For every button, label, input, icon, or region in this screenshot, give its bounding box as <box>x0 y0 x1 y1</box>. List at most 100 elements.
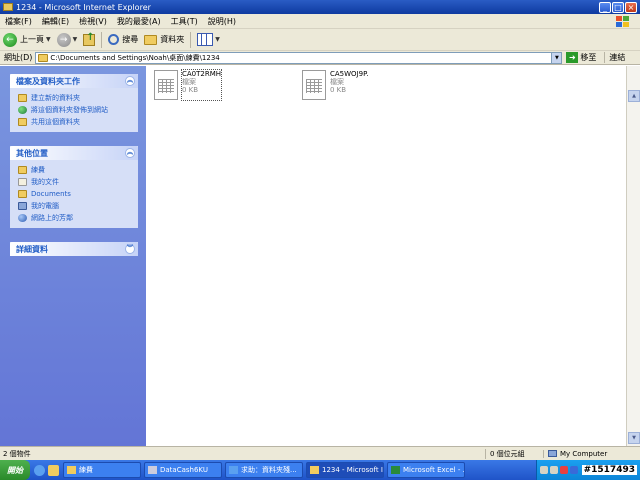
folder-icon <box>38 53 49 62</box>
details-panel: 詳細資料 ︾ <box>10 242 138 256</box>
taskbar-item-label: 練費 <box>79 466 93 474</box>
start-button[interactable]: 開始 <box>0 460 30 480</box>
computer-icon <box>18 202 27 210</box>
expand-icon[interactable]: ︾ <box>125 244 135 254</box>
place-documents[interactable]: Documents <box>18 188 132 200</box>
clock: #1517493 <box>581 465 637 475</box>
menu-view[interactable]: 檢視(V) <box>74 16 112 27</box>
details-title: 詳細資料 <box>16 244 48 254</box>
folder-icon <box>18 190 27 198</box>
chevron-down-icon: ▼ <box>215 36 220 43</box>
file-list[interactable]: CA0T2RMH 檔案 0 KB CA5WOJ9P. 檔案 0 KB <box>146 66 626 446</box>
folder-icon <box>18 166 27 174</box>
network-icon <box>18 214 27 222</box>
place-my-computer[interactable]: 我的電腦 <box>18 200 132 212</box>
task-new-folder[interactable]: 建立新的資料夾 <box>18 92 132 104</box>
folder-icon <box>3 3 13 11</box>
place-my-documents[interactable]: 我的文件 <box>18 176 132 188</box>
tray-icon[interactable] <box>549 466 558 474</box>
search-button[interactable]: 搜尋 <box>105 34 141 45</box>
vertical-scrollbar[interactable]: ▲ ▼ <box>626 66 640 446</box>
ie-icon <box>229 466 238 474</box>
place-label: Documents <box>31 190 71 198</box>
explorer-icon[interactable] <box>48 464 59 476</box>
menu-favorites[interactable]: 我的最愛(A) <box>112 16 166 27</box>
task-label: 共用這個資料夾 <box>31 118 80 126</box>
file-item[interactable]: CA0T2RMH 檔案 0 KB <box>154 69 223 101</box>
up-button[interactable] <box>80 32 98 46</box>
documents-icon <box>18 178 27 186</box>
scroll-down-icon[interactable]: ▼ <box>628 432 640 444</box>
links-button[interactable]: 連結 <box>604 52 625 63</box>
file-name: CA0T2RMH <box>182 70 222 78</box>
other-places-title: 其他位置 <box>16 148 48 158</box>
task-label: 建立新的資料夾 <box>31 94 80 102</box>
maximize-button[interactable]: □ <box>612 1 624 13</box>
go-button[interactable]: ➜ 移至 <box>566 52 596 63</box>
go-label: 移至 <box>580 53 597 62</box>
taskbar-item-active[interactable]: 1234 - Microsoft I... <box>306 462 384 478</box>
file-info: CA5WOJ9P. 檔案 0 KB <box>330 70 368 100</box>
address-value[interactable]: C:\Documents and Settings\Noah\桌面\練費\123… <box>50 53 551 63</box>
file-tasks-panel: 檔案及資料夾工作 ︽ 建立新的資料夾 將這個資料夾發佈到網站 共用這個資料夾 <box>10 74 138 132</box>
chevron-down-icon: ▼ <box>46 36 51 43</box>
search-icon <box>108 34 120 45</box>
other-places-header[interactable]: 其他位置 ︽ <box>10 146 138 160</box>
taskbar-item-label: DataCash6KU <box>160 466 208 474</box>
ie-icon[interactable] <box>34 464 45 476</box>
close-button[interactable]: × <box>625 1 637 13</box>
menu-bar: 檔案(F) 編輯(E) 檢視(V) 我的最愛(A) 工具(T) 說明(H) <box>0 14 640 29</box>
back-button[interactable]: ← 上一頁 ▼ <box>0 32 54 47</box>
views-button[interactable]: ▼ <box>194 33 223 46</box>
folder-icon <box>67 466 76 474</box>
new-folder-icon <box>18 94 27 102</box>
taskbar-item[interactable]: 求助：資料夾殘... <box>225 462 303 478</box>
other-places-panel: 其他位置 ︽ 練費 我的文件 Documents 我的電腦 網路上的芳鄰 <box>10 146 138 228</box>
details-header[interactable]: 詳細資料 ︾ <box>10 242 138 256</box>
file-item[interactable]: CA5WOJ9P. 檔案 0 KB <box>302 70 368 100</box>
system-tray: #1517493 <box>535 460 640 480</box>
windows-logo-icon <box>608 15 634 28</box>
place-label: 練費 <box>31 166 45 174</box>
window-icon <box>148 466 157 474</box>
menu-tools[interactable]: 工具(T) <box>166 16 203 27</box>
tray-icon[interactable] <box>559 466 568 474</box>
taskbar-item-label: 1234 - Microsoft I... <box>322 466 384 474</box>
file-tasks-header[interactable]: 檔案及資料夾工作 ︽ <box>10 74 138 88</box>
quick-launch <box>34 464 59 476</box>
back-label: 上一頁 <box>20 35 44 44</box>
taskbar-item[interactable]: 練費 <box>63 462 141 478</box>
place-label: 我的電腦 <box>31 202 59 210</box>
go-arrow-icon: ➜ <box>566 52 579 63</box>
folders-button[interactable]: 資料夾 <box>141 34 187 45</box>
taskbar-item[interactable]: DataCash6KU <box>144 462 222 478</box>
back-arrow-icon: ← <box>3 32 17 47</box>
tray-icon[interactable] <box>569 466 578 474</box>
task-pane: 檔案及資料夾工作 ︽ 建立新的資料夾 將這個資料夾發佈到網站 共用這個資料夾 其… <box>0 66 146 446</box>
minimize-button[interactable]: _ <box>599 1 611 13</box>
toolbar: ← 上一頁 ▼ → ▼ 搜尋 資料夾 ▼ <box>0 29 640 51</box>
menu-edit[interactable]: 編輯(E) <box>37 16 74 27</box>
place-label: 網路上的芳鄰 <box>31 214 73 222</box>
file-size: 0 KB <box>182 86 199 94</box>
task-label: 將這個資料夾發佈到網站 <box>31 106 108 114</box>
collapse-icon[interactable]: ︽ <box>125 148 135 158</box>
task-share-folder[interactable]: 共用這個資料夾 <box>18 116 132 128</box>
file-size: 0 KB <box>330 86 347 94</box>
scroll-up-icon[interactable]: ▲ <box>628 90 640 102</box>
tray-icon[interactable] <box>539 466 548 474</box>
folder-icon <box>144 34 158 45</box>
task-publish-web[interactable]: 將這個資料夾發佈到網站 <box>18 104 132 116</box>
folder-icon <box>310 466 319 474</box>
place-parent-folder[interactable]: 練費 <box>18 164 132 176</box>
place-network[interactable]: 網路上的芳鄰 <box>18 212 132 224</box>
address-input[interactable]: C:\Documents and Settings\Noah\桌面\練費\123… <box>35 51 563 64</box>
chevron-down-icon[interactable]: ▼ <box>551 52 562 63</box>
forward-button[interactable]: → ▼ <box>54 32 81 47</box>
taskbar-item[interactable]: Microsoft Excel - ... <box>387 462 465 478</box>
collapse-icon[interactable]: ︽ <box>125 76 135 86</box>
address-label: 網址(D) <box>4 53 33 62</box>
status-location: My Computer <box>543 449 640 458</box>
menu-help[interactable]: 說明(H) <box>203 16 241 27</box>
menu-file[interactable]: 檔案(F) <box>0 16 37 27</box>
